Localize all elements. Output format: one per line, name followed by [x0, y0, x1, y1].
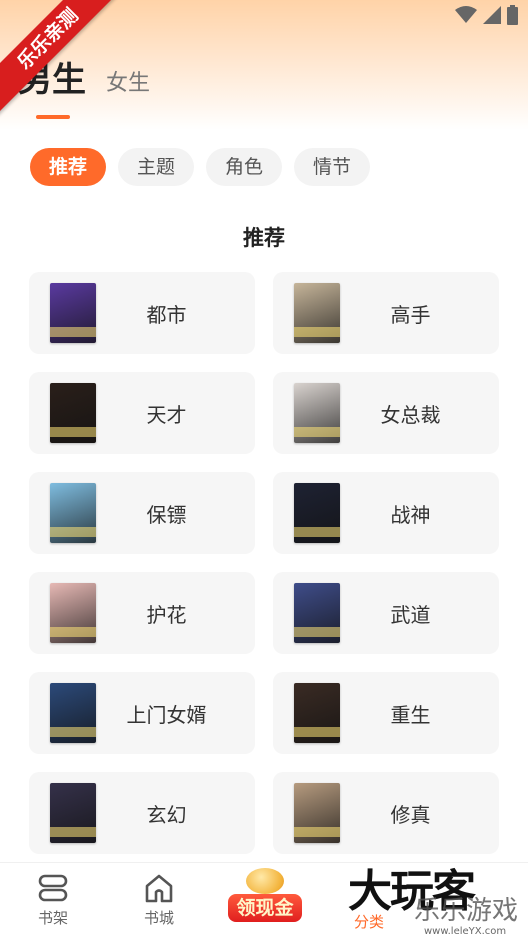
- chip-theme[interactable]: 主题: [118, 148, 195, 186]
- chip-plot[interactable]: 情节: [294, 148, 371, 186]
- category-card[interactable]: 高手: [273, 272, 499, 354]
- category-card[interactable]: 都市: [29, 272, 255, 354]
- category-label: 保镖: [146, 502, 187, 527]
- nav-bookstore-label: 书城: [143, 909, 174, 927]
- cell-signal-icon: [483, 6, 501, 24]
- filter-chips: 推荐 主题 角色 情节: [30, 148, 371, 186]
- category-label: 都市: [146, 302, 187, 327]
- coin-icon: [246, 868, 284, 894]
- status-bar: [455, 4, 518, 26]
- category-card[interactable]: 上门女婿: [29, 672, 255, 754]
- book-cover: [294, 483, 340, 543]
- category-card[interactable]: 重生: [273, 672, 499, 754]
- book-cover: [294, 383, 340, 443]
- home-icon: [145, 874, 173, 903]
- book-cover: [50, 283, 96, 343]
- bookshelf-icon: [38, 874, 68, 902]
- get-cash-button[interactable]: 领现金: [226, 868, 304, 930]
- chip-recommend[interactable]: 推荐: [30, 148, 107, 186]
- category-card[interactable]: 天才: [29, 372, 255, 454]
- book-cover: [294, 583, 340, 643]
- book-cover: [50, 783, 96, 843]
- category-label: 高手: [390, 302, 431, 327]
- watermark-subtitle: 乐乐游戏: [414, 896, 519, 926]
- book-cover: [294, 283, 340, 343]
- watermark-url: www.leleYX.com: [424, 926, 507, 937]
- category-label: 天才: [146, 402, 187, 427]
- book-cover: [50, 683, 96, 743]
- nav-bookshelf[interactable]: 书架: [18, 871, 88, 928]
- wifi-icon: [455, 6, 477, 23]
- category-label: 战神: [390, 502, 431, 527]
- category-grid: 都市 高手 天才 女总裁 保镖 战神 护花 武道 上门女婿 重生 玄幻 修真: [29, 272, 499, 854]
- category-card[interactable]: 战神: [273, 472, 499, 554]
- category-card[interactable]: 修真: [273, 772, 499, 854]
- book-cover: [294, 683, 340, 743]
- tab-female[interactable]: 女生: [106, 65, 150, 101]
- category-card[interactable]: 玄幻: [29, 772, 255, 854]
- category-label: 重生: [390, 702, 431, 727]
- category-label: 女总裁: [380, 402, 441, 427]
- section-title: 推荐: [243, 226, 285, 250]
- nav-bookshelf-label: 书架: [37, 909, 68, 927]
- book-cover: [294, 783, 340, 843]
- nav-bookstore[interactable]: 书城: [124, 871, 194, 928]
- category-label: 武道: [390, 602, 431, 627]
- category-card[interactable]: 保镖: [29, 472, 255, 554]
- category-label: 护花: [146, 602, 187, 627]
- chip-role[interactable]: 角色: [206, 148, 283, 186]
- active-tab-indicator: [36, 115, 70, 119]
- category-card[interactable]: 护花: [29, 572, 255, 654]
- category-label: 玄幻: [146, 802, 187, 827]
- category-label: 修真: [390, 802, 431, 827]
- battery-icon: [507, 5, 518, 25]
- category-label: 上门女婿: [126, 702, 207, 727]
- category-card[interactable]: 女总裁: [273, 372, 499, 454]
- book-cover: [50, 583, 96, 643]
- book-cover: [50, 483, 96, 543]
- get-cash-label: 领现金: [228, 894, 302, 922]
- book-cover: [50, 383, 96, 443]
- category-card[interactable]: 武道: [273, 572, 499, 654]
